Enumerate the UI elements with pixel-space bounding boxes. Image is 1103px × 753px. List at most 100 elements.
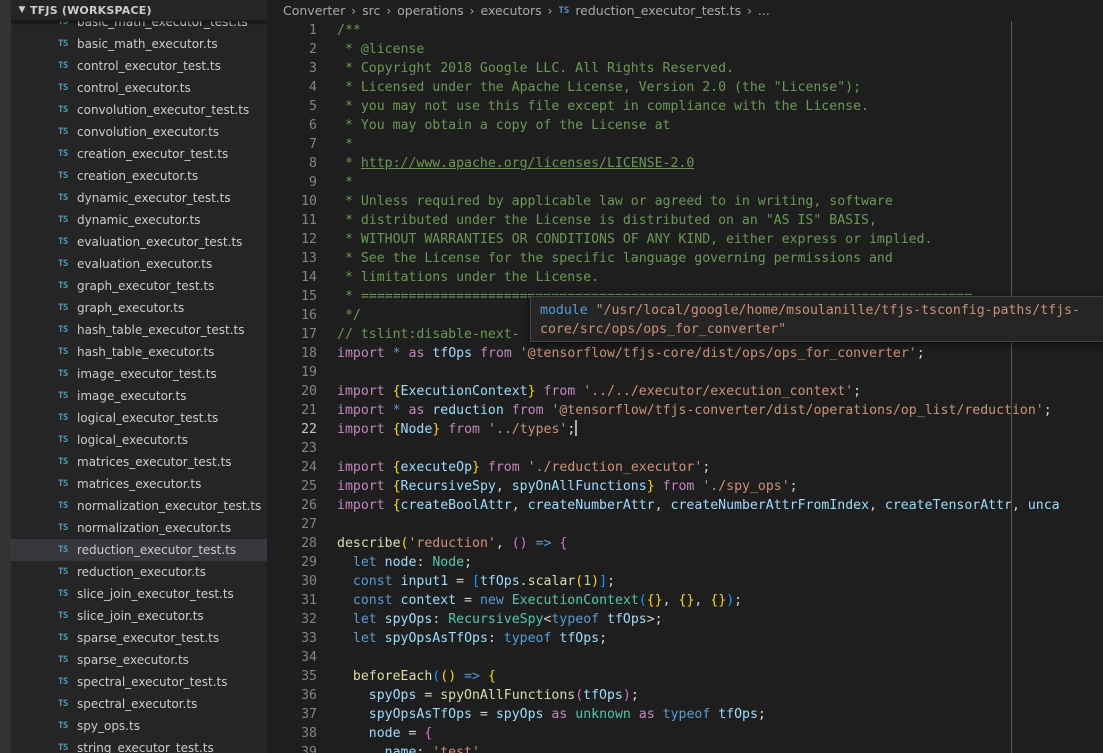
file-item[interactable]: TS spectral_executor_test.ts xyxy=(11,671,267,693)
code-line[interactable]: let node: Node; xyxy=(337,553,1103,572)
file-item[interactable]: TS logical_executor_test.ts xyxy=(11,407,267,429)
code-line[interactable]: spyOps = spyOnAllFunctions(tfOps); xyxy=(337,686,1103,705)
file-item[interactable]: TS hash_table_executor_test.ts xyxy=(11,319,267,341)
code-line[interactable]: import {Node} from '../types'; xyxy=(337,420,1103,439)
file-item[interactable]: TS reduction_executor_test.ts xyxy=(11,539,267,561)
code-line[interactable]: * You may obtain a copy of the License a… xyxy=(337,116,1103,135)
code-line[interactable]: const context = new ExecutionContext({},… xyxy=(337,591,1103,610)
line-number: 18 xyxy=(301,346,317,361)
file-item[interactable]: TS image_executor.ts xyxy=(11,385,267,407)
code-line[interactable]: * See the License for the specific langu… xyxy=(337,249,1103,268)
file-item[interactable]: TS sparse_executor_test.ts xyxy=(11,627,267,649)
line-number: 14 xyxy=(301,270,317,285)
file-item[interactable]: TS convolution_executor.ts xyxy=(11,121,267,143)
file-item[interactable]: TS slice_join_executor_test.ts xyxy=(11,583,267,605)
code-line[interactable]: * @license xyxy=(337,40,1103,59)
code-token: http://www.apache.org/licenses/LICENSE-2… xyxy=(360,156,695,171)
line-number: 11 xyxy=(301,213,317,228)
typescript-file-icon: TS xyxy=(58,567,68,577)
code-line[interactable]: spyOpsAsTfOps = spyOps as unknown as typ… xyxy=(337,705,1103,724)
breadcrumb-item[interactable]: operations xyxy=(397,3,464,18)
code-line[interactable]: import {RecursiveSpy, spyOnAllFunctions}… xyxy=(337,477,1103,496)
code-line[interactable]: * http://www.apache.org/licenses/LICENSE… xyxy=(337,154,1103,173)
typescript-file-icon: TS xyxy=(558,5,570,16)
code-line[interactable]: * Copyright 2018 Google LLC. All Rights … xyxy=(337,59,1103,78)
code-token: * Licensed under the Apache License, Ver… xyxy=(337,80,862,95)
typescript-file-icon: TS xyxy=(58,633,68,643)
file-item[interactable]: TS slice_join_executor.ts xyxy=(11,605,267,627)
code-token: spyOnAllFunctions xyxy=(511,479,647,494)
code-line[interactable]: /** xyxy=(337,21,1103,40)
file-item[interactable]: TS reduction_executor.ts xyxy=(11,561,267,583)
chevron-down-icon[interactable]: ▼ xyxy=(14,5,30,15)
file-item[interactable]: TS dynamic_executor_test.ts xyxy=(11,187,267,209)
file-item[interactable]: TS graph_executor_test.ts xyxy=(11,275,267,297)
file-item[interactable]: TS evaluation_executor_test.ts xyxy=(11,231,267,253)
file-name: spectral_executor.ts xyxy=(77,697,198,711)
breadcrumb-item[interactable]: Converter xyxy=(283,3,345,18)
file-item[interactable]: TS creation_executor.ts xyxy=(11,165,267,187)
code-token: * Copyright 2018 Google LLC. All Rights … xyxy=(337,61,734,76)
file-item[interactable]: TS normalization_executor.ts xyxy=(11,517,267,539)
code-line[interactable]: * limitations under the License. xyxy=(337,268,1103,287)
file-item[interactable]: TS convolution_executor_test.ts xyxy=(11,99,267,121)
breadcrumb-symbol-more[interactable]: ... xyxy=(758,3,770,18)
file-item[interactable]: TS hash_table_executor.ts xyxy=(11,341,267,363)
code-line[interactable]: beforeEach(() => { xyxy=(337,667,1103,686)
file-item[interactable]: TS basic_math_executor.ts xyxy=(11,33,267,55)
code-area[interactable]: /** * @license * Copyright 2018 Google L… xyxy=(337,21,1103,753)
code-line[interactable] xyxy=(337,515,1103,534)
code-editor[interactable]: 1 2 3 4 5 6 7 8 9 10 11 12 13 14 15 16 17 18 19 20 21 22 23 24 2… xyxy=(267,21,1103,753)
code-line[interactable]: * xyxy=(337,135,1103,154)
code-token: } xyxy=(472,460,480,475)
breadcrumb-item[interactable]: executors xyxy=(480,3,541,18)
file-item[interactable]: TS control_executor_test.ts xyxy=(11,55,267,77)
workspace-header[interactable]: ▼ TFJS (WORKSPACE) xyxy=(11,0,267,21)
code-line[interactable]: import * as tfOps from '@tensorflow/tfjs… xyxy=(337,344,1103,363)
code-line[interactable]: * you may not use this file except in co… xyxy=(337,97,1103,116)
code-line[interactable]: import * as reduction from '@tensorflow/… xyxy=(337,401,1103,420)
breadcrumb-item[interactable]: src xyxy=(362,3,380,18)
code-line[interactable]: describe('reduction', () => { xyxy=(337,534,1103,553)
code-line[interactable]: let spyOps: RecursiveSpy<typeof tfOps>; xyxy=(337,610,1103,629)
file-item[interactable]: TS matrices_executor_test.ts xyxy=(11,451,267,473)
file-item[interactable]: TS creation_executor_test.ts xyxy=(11,143,267,165)
code-line[interactable]: name: 'test', xyxy=(337,743,1103,753)
code-line[interactable]: * WITHOUT WARRANTIES OR CONDITIONS OF AN… xyxy=(337,230,1103,249)
code-line[interactable] xyxy=(337,439,1103,458)
code-line[interactable] xyxy=(337,363,1103,382)
file-item[interactable]: TS normalization_executor_test.ts xyxy=(11,495,267,517)
file-item[interactable]: TS spy_ops.ts xyxy=(11,715,267,737)
code-line[interactable]: import {createBoolAttr, createNumberAttr… xyxy=(337,496,1103,515)
typescript-file-icon: TS xyxy=(58,193,68,203)
code-line[interactable]: let spyOpsAsTfOps: typeof tfOps; xyxy=(337,629,1103,648)
file-item[interactable]: TS sparse_executor.ts xyxy=(11,649,267,671)
code-line[interactable] xyxy=(337,648,1103,667)
file-item[interactable]: TS logical_executor.ts xyxy=(11,429,267,451)
file-item[interactable]: TS evaluation_executor.ts xyxy=(11,253,267,275)
code-line[interactable]: * Unless required by applicable law or a… xyxy=(337,192,1103,211)
code-line[interactable]: import {executeOp} from './reduction_exe… xyxy=(337,458,1103,477)
code-line[interactable]: import {ExecutionContext} from '../../ex… xyxy=(337,382,1103,401)
code-token: , xyxy=(495,536,512,551)
breadcrumb-file[interactable]: reduction_executor_test.ts xyxy=(575,3,741,18)
file-name: convolution_executor_test.ts xyxy=(77,103,250,117)
file-item[interactable]: TS string_executor_test.ts xyxy=(11,737,267,753)
code-line[interactable]: const input1 = [tfOps.scalar(1)]; xyxy=(337,572,1103,591)
code-token: let xyxy=(352,631,377,646)
code-line[interactable]: * xyxy=(337,173,1103,192)
file-item[interactable]: TS image_executor_test.ts xyxy=(11,363,267,385)
file-item[interactable]: TS control_executor.ts xyxy=(11,77,267,99)
code-token: = xyxy=(400,726,425,741)
file-item[interactable]: TS dynamic_executor.ts xyxy=(11,209,267,231)
code-line[interactable]: node = { xyxy=(337,724,1103,743)
file-item[interactable]: TS matrices_executor.ts xyxy=(11,473,267,495)
code-token: , xyxy=(1011,498,1028,513)
code-token: ] xyxy=(599,574,608,589)
file-item[interactable]: TS graph_executor.ts xyxy=(11,297,267,319)
code-line[interactable]: * Licensed under the Apache License, Ver… xyxy=(337,78,1103,97)
file-item[interactable]: TS spectral_executor.ts xyxy=(11,693,267,715)
code-line[interactable]: * distributed under the License is distr… xyxy=(337,211,1103,230)
